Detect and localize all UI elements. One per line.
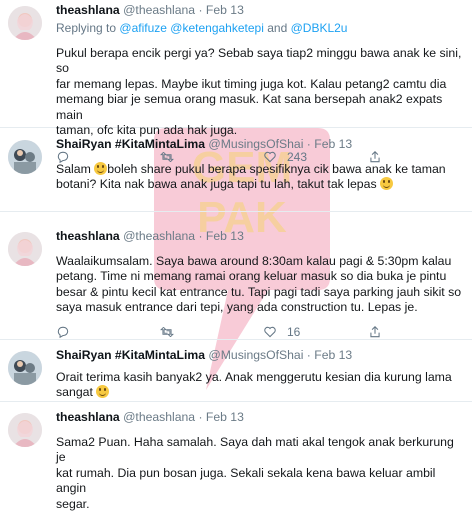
avatar[interactable]	[8, 6, 42, 40]
display-name[interactable]: theashlana	[56, 229, 120, 243]
user-handle[interactable]: @theashlana	[123, 3, 195, 17]
avatar[interactable]	[8, 232, 42, 266]
tweet-date[interactable]: Feb 13	[206, 410, 244, 424]
mention-link[interactable]: @afifuze	[119, 21, 167, 35]
avatar[interactable]	[8, 140, 42, 174]
display-name[interactable]: ShaiRyan #KitaMintaLima	[56, 137, 205, 151]
mention-link[interactable]: @ketengahketepi	[170, 21, 264, 35]
like-count: 16	[287, 324, 301, 339]
reply-icon	[57, 326, 69, 338]
tweet-header: theashlana @theashlana · Feb 13	[56, 3, 244, 17]
tweet-header: ShaiRyan #KitaMintaLima @MusingsOfShai ·…	[56, 137, 353, 151]
avatar[interactable]	[8, 413, 42, 447]
tweet-thread: theashlana @theashlana · Feb 13 Replying…	[0, 0, 472, 511]
smile-emoji-icon	[94, 162, 108, 175]
user-handle[interactable]: @theashlana	[123, 410, 195, 424]
display-name[interactable]: ShaiRyan #KitaMintaLima	[56, 348, 205, 362]
sweat-smile-emoji-icon	[380, 177, 394, 191]
mention-link[interactable]: @DBKL2u	[291, 21, 348, 35]
tweet-text: Waalaikumsalam. Saya bawa around 8:30am …	[56, 254, 462, 315]
grin-emoji-icon	[96, 385, 110, 399]
display-name[interactable]: theashlana	[56, 410, 120, 424]
tweet-date[interactable]: Feb 13	[206, 3, 244, 17]
tweet-text: Sama2 Puan. Haha samalah. Saya dah mati …	[56, 435, 454, 511]
user-handle[interactable]: @theashlana	[123, 229, 195, 243]
tweet-header: theashlana @theashlana · Feb 13	[56, 410, 244, 424]
tweet-text: Orait terima kasih banyak2 ya. Anak meng…	[56, 370, 452, 400]
tweet-date[interactable]: Feb 13	[206, 229, 244, 243]
tweet-date[interactable]: Feb 13	[314, 348, 352, 362]
tweet[interactable]: ShaiRyan #KitaMintaLima @MusingsOfShai ·…	[0, 128, 472, 212]
display-name[interactable]: theashlana	[56, 3, 120, 17]
tweet-header: ShaiRyan #KitaMintaLima @MusingsOfShai ·…	[56, 348, 353, 362]
tweet-text: Pukul berapa encik pergi ya? Sebab saya …	[56, 46, 462, 138]
heart-icon	[264, 326, 276, 338]
user-handle[interactable]: @MusingsOfShai	[208, 348, 303, 362]
tweet-header: theashlana @theashlana · Feb 13	[56, 229, 244, 243]
retweet-icon	[160, 326, 174, 337]
tweet-date[interactable]: Feb 13	[314, 137, 352, 151]
replying-to: Replying to @afifuze @ketengahketepi and…	[56, 21, 348, 35]
share-icon	[370, 325, 380, 337]
tweet[interactable]: theashlana @theashlana · Feb 13 Sama2 Pu…	[0, 402, 472, 511]
tweet[interactable]: ShaiRyan #KitaMintaLima @MusingsOfShai ·…	[0, 340, 472, 402]
tweet[interactable]: theashlana @theashlana · Feb 13 Replying…	[0, 0, 472, 164]
user-handle[interactable]: @MusingsOfShai	[208, 137, 303, 151]
avatar[interactable]	[8, 351, 42, 385]
tweet[interactable]: theashlana @theashlana · Feb 13 Waalaiku…	[0, 212, 472, 340]
tweet-text: Salam boleh share pukul berapa spesifikn…	[56, 162, 446, 192]
